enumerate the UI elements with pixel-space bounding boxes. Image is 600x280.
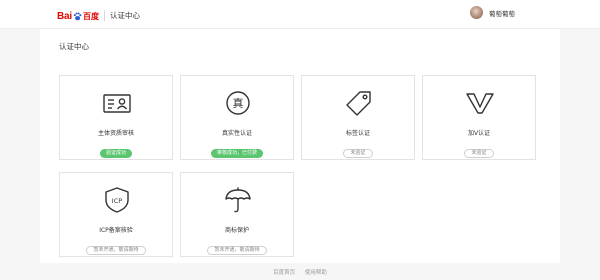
main-panel: 认证中心 主体资质审核 验证成功 真 真实性认证 审核成功，已付费 标签认证 未… <box>40 29 560 263</box>
card-label: 标签认证 <box>345 130 370 137</box>
user-menu[interactable]: 葡萄葡萄 <box>470 6 515 19</box>
card-label: 加V认证 <box>467 130 491 137</box>
card-trademark-protection[interactable]: 商标保护 暂未开通，敬请期待 <box>180 172 294 257</box>
status-badge: 暂未开通，敬请期待 <box>207 246 267 255</box>
card-label: 主体资质审核 <box>97 130 134 137</box>
top-header: Bai 百度 认证中心 葡萄葡萄 <box>0 0 600 29</box>
card-icp-filing[interactable]: ICP ICP备案核验 暂未开通，敬请期待 <box>59 172 173 257</box>
avatar[interactable] <box>470 6 483 19</box>
footer: 百度首页 使用帮助 <box>0 268 600 276</box>
card-label: 商标保护 <box>224 227 249 234</box>
baidu-logo[interactable]: Bai 百度 <box>57 10 99 22</box>
umbrella-icon <box>222 185 254 215</box>
logo-divider <box>104 10 105 21</box>
footer-link-home[interactable]: 百度首页 <box>273 270 295 276</box>
username[interactable]: 葡萄葡萄 <box>489 8 515 18</box>
site-section-title: 认证中心 <box>110 11 140 20</box>
zhen-seal-icon: 真 <box>222 88 254 118</box>
card-label: 真实性认证 <box>221 130 252 137</box>
card-entity-qualification[interactable]: 主体资质审核 验证成功 <box>59 75 173 160</box>
footer-link-help[interactable]: 使用帮助 <box>305 270 327 276</box>
card-authenticity[interactable]: 真 真实性认证 审核成功，已付费 <box>180 75 294 160</box>
svg-text:真: 真 <box>233 96 244 110</box>
card-label: ICP备案核验 <box>99 227 133 234</box>
svg-text:ICP: ICP <box>112 197 122 205</box>
tag-icon <box>343 88 375 118</box>
paw-icon <box>73 11 82 20</box>
status-badge: 未验证 <box>343 149 373 158</box>
page-title: 认证中心 <box>59 42 89 51</box>
logo-text-bai: Bai <box>57 10 72 22</box>
id-card-icon <box>101 88 133 118</box>
icp-shield-icon: ICP <box>101 185 133 215</box>
card-v-verification[interactable]: 加V认证 未验证 <box>422 75 536 160</box>
card-tag-verification[interactable]: 标签认证 未验证 <box>301 75 415 160</box>
status-badge: 暂未开通，敬请期待 <box>86 246 146 255</box>
status-badge: 验证成功 <box>99 149 132 158</box>
logo-text-du: 百度 <box>82 11 99 21</box>
v-mark-icon <box>464 88 496 118</box>
status-badge: 未验证 <box>464 149 494 158</box>
status-badge: 审核成功，已付费 <box>210 149 263 158</box>
